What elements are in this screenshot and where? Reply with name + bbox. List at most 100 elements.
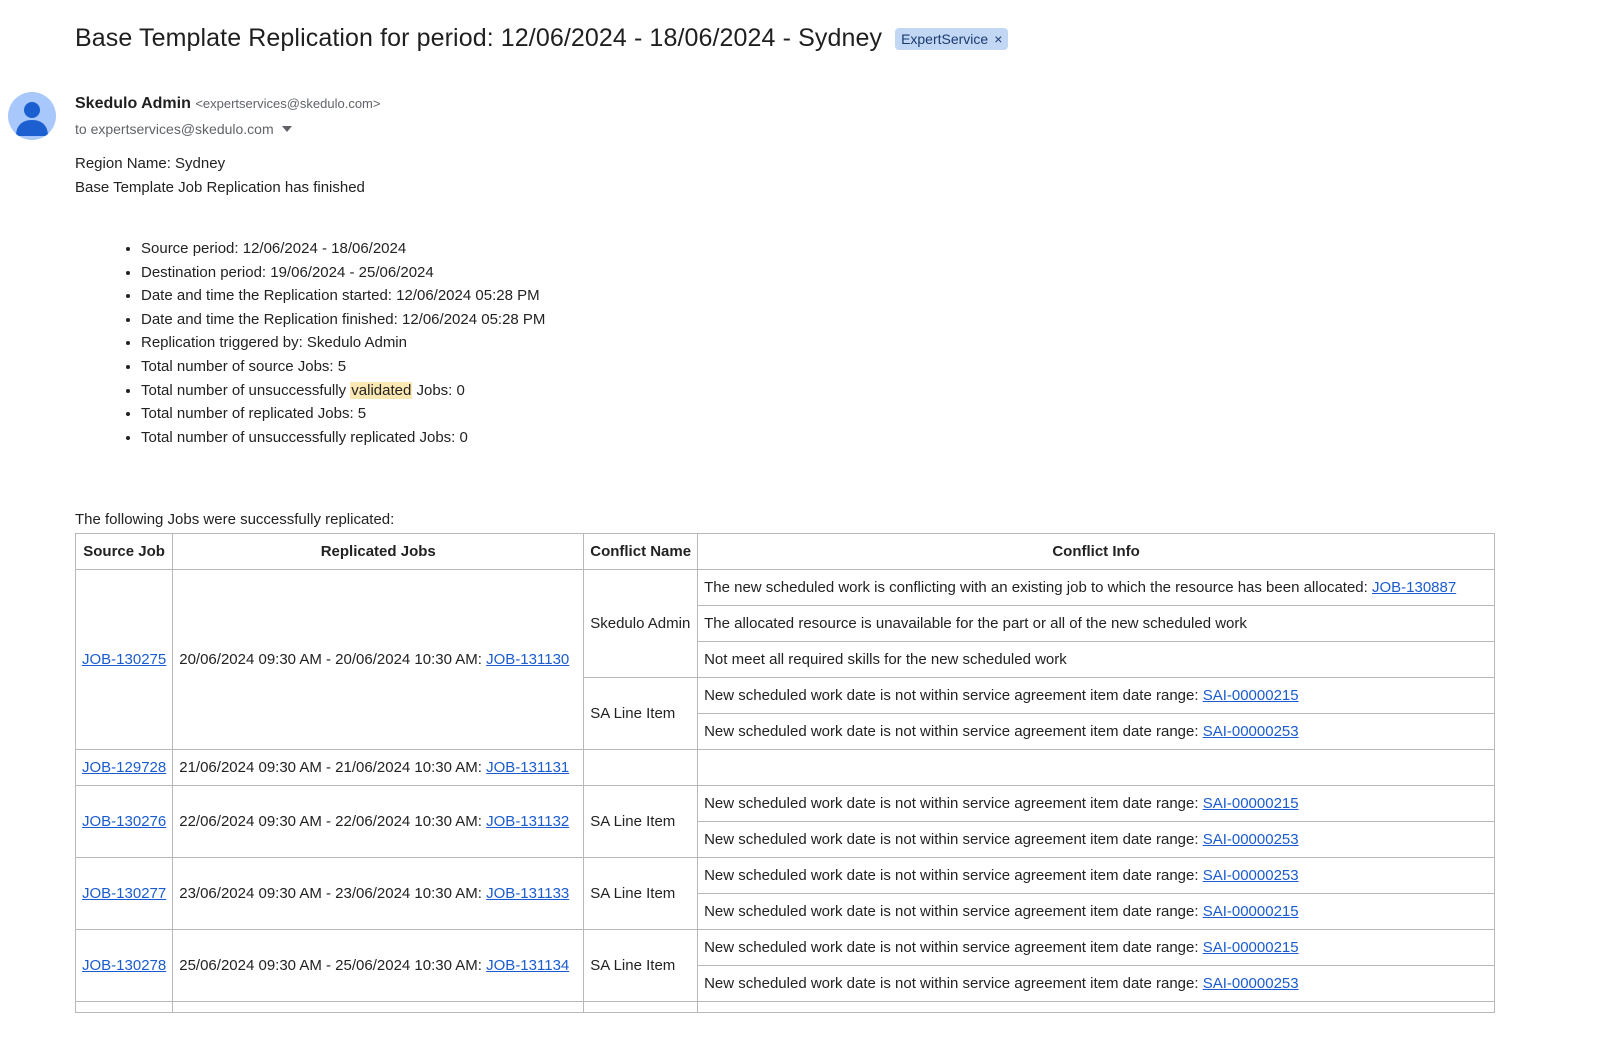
conflict-info-link[interactable]: SAI-00000215 — [1203, 687, 1299, 704]
conflict-info-text: The new scheduled work is conflicting wi… — [704, 579, 1372, 596]
sender-email: <expertservices@skedulo.com> — [195, 96, 381, 111]
table-row: JOB-130278 25/06/2024 09:30 AM - 25/06/20… — [74, 929, 1496, 1002]
source-job-cell: JOB-130276 — [74, 785, 174, 858]
conflict-info-cell: New scheduled work date is not within se… — [697, 965, 1496, 1002]
header-conflict-name: Conflict Name — [583, 533, 699, 570]
conflict-name-cell: SA Line Item — [583, 677, 699, 750]
empty-cell — [583, 1001, 699, 1013]
summary-item-prefix: Total number of unsuccessfully — [141, 381, 351, 399]
replicated-job-time: 23/06/2024 09:30 AM - 23/06/2024 10:30 A… — [179, 885, 487, 902]
table-row: JOB-130276 22/06/2024 09:30 AM - 22/06/20… — [74, 785, 1496, 858]
empty-cell — [74, 1001, 174, 1013]
source-job-link[interactable]: JOB-130276 — [82, 813, 166, 830]
summary-item: Source period: 12/06/2024 - 18/06/2024 — [141, 237, 545, 261]
replicated-job-link[interactable]: JOB-131131 — [486, 759, 569, 776]
conflict-info-text: New scheduled work date is not within se… — [704, 831, 1203, 848]
conflict-info-cell: New scheduled work date is not within se… — [697, 713, 1496, 750]
conflict-info-link[interactable]: SAI-00000215 — [1203, 903, 1299, 920]
table-body: JOB-130275 20/06/2024 09:30 AM - 20/06/20… — [74, 569, 1496, 1013]
recipient-details-chevron-down-icon[interactable] — [281, 126, 292, 132]
sender-avatar — [8, 92, 56, 140]
conflict-info-cell: New scheduled work date is not within se… — [697, 893, 1496, 930]
table-row-empty — [74, 1001, 1496, 1013]
conflict-name-cell: SA Line Item — [583, 857, 699, 930]
empty-cell — [172, 1001, 585, 1013]
conflict-info-text: New scheduled work date is not within se… — [704, 795, 1203, 812]
summary-list: Source period: 12/06/2024 - 18/06/2024 D… — [117, 237, 545, 449]
sender-name: Skedulo Admin — [75, 95, 191, 112]
header-conflict-info: Conflict Info — [697, 533, 1496, 570]
conflict-info-cell — [697, 749, 1496, 786]
conflict-info-cell: New scheduled work date is not within se… — [697, 857, 1496, 894]
sender-block: Skedulo Admin <expertservices@skedulo.co… — [75, 95, 380, 137]
conflict-name-cell: Skedulo Admin — [583, 569, 699, 678]
conflict-info-text: New scheduled work date is not within se… — [704, 939, 1203, 956]
replicated-job-link[interactable]: JOB-131132 — [486, 813, 569, 830]
replicated-jobs-table: Source Job Replicated Jobs Conflict Name… — [74, 533, 1496, 1013]
replicated-job-link[interactable]: JOB-131133 — [486, 885, 569, 902]
summary-item: Total number of unsuccessfully replicate… — [141, 426, 545, 450]
conflict-info-link[interactable]: SAI-00000253 — [1203, 975, 1299, 992]
header-source-job: Source Job — [74, 533, 174, 570]
source-job-cell: JOB-130278 — [74, 929, 174, 1002]
conflict-info-text: New scheduled work date is not within se… — [704, 975, 1203, 992]
conflict-info-link[interactable]: SAI-00000253 — [1203, 867, 1299, 884]
replicated-job-cell: 20/06/2024 09:30 AM - 20/06/2024 10:30 A… — [172, 569, 585, 750]
conflict-info-cell: Not meet all required skills for the new… — [697, 641, 1496, 678]
conflict-info-text: New scheduled work date is not within se… — [704, 867, 1203, 884]
source-job-link[interactable]: JOB-129728 — [82, 759, 166, 776]
replicated-job-cell: 23/06/2024 09:30 AM - 23/06/2024 10:30 A… — [172, 857, 585, 930]
conflict-info-text: New scheduled work date is not within se… — [704, 723, 1203, 740]
replicated-job-time: 25/06/2024 09:30 AM - 25/06/2024 10:30 A… — [179, 957, 487, 974]
conflict-info-cell: New scheduled work date is not within se… — [697, 821, 1496, 858]
summary-item: Replication triggered by: Skedulo Admin — [141, 331, 545, 355]
person-icon — [16, 102, 48, 136]
replicated-job-time: 22/06/2024 09:30 AM - 22/06/2024 10:30 A… — [179, 813, 487, 830]
conflict-info-text: New scheduled work date is not within se… — [704, 687, 1203, 704]
table-row: JOB-129728 21/06/2024 09:30 AM - 21/06/20… — [74, 749, 1496, 786]
source-job-cell: JOB-129728 — [74, 749, 174, 786]
recipient-line: to expertservices@skedulo.com — [75, 121, 380, 137]
conflict-info-cell: The new scheduled work is conflicting wi… — [697, 569, 1496, 606]
replicated-job-cell: 21/06/2024 09:30 AM - 21/06/2024 10:30 A… — [172, 749, 585, 786]
summary-item-validated: Total number of unsuccessfully validated… — [141, 379, 545, 403]
conflict-info-cell: The allocated resource is unavailable fo… — [697, 605, 1496, 642]
conflict-name-cell — [583, 749, 699, 786]
recipient-text: to expertservices@skedulo.com — [75, 121, 274, 137]
conflict-info-link[interactable]: SAI-00000215 — [1203, 939, 1299, 956]
conflict-info-text: The allocated resource is unavailable fo… — [704, 615, 1247, 632]
conflict-info-link[interactable]: JOB-130887 — [1372, 579, 1456, 596]
summary-item: Date and time the Replication finished: … — [141, 308, 545, 332]
label-chip-expertservice[interactable]: ExpertService × — [895, 27, 1009, 50]
source-job-link[interactable]: JOB-130275 — [82, 651, 166, 668]
conflict-info-text: Not meet all required skills for the new… — [704, 651, 1067, 668]
replicated-job-time: 20/06/2024 09:30 AM - 20/06/2024 10:30 A… — [179, 651, 487, 668]
empty-cell — [697, 1001, 1496, 1013]
remove-label-icon[interactable]: × — [994, 31, 1002, 47]
source-job-cell: JOB-130277 — [74, 857, 174, 930]
conflict-info-text: New scheduled work date is not within se… — [704, 903, 1203, 920]
table-row: JOB-130275 20/06/2024 09:30 AM - 20/06/20… — [74, 569, 1496, 750]
source-job-link[interactable]: JOB-130277 — [82, 885, 166, 902]
conflict-info-link[interactable]: SAI-00000253 — [1203, 723, 1299, 740]
table-row: JOB-130277 23/06/2024 09:30 AM - 23/06/20… — [74, 857, 1496, 930]
table-intro: The following Jobs were successfully rep… — [75, 511, 395, 528]
subject-row: Base Template Replication for period: 12… — [75, 24, 1009, 53]
label-chip-text: ExpertService — [901, 30, 989, 47]
summary-item: Date and time the Replication started: 1… — [141, 284, 545, 308]
replicated-job-cell: 25/06/2024 09:30 AM - 25/06/2024 10:30 A… — [172, 929, 585, 1002]
summary-item: Total number of replicated Jobs: 5 — [141, 402, 545, 426]
replicated-job-time: 21/06/2024 09:30 AM - 21/06/2024 10:30 A… — [179, 759, 487, 776]
source-job-cell: JOB-130275 — [74, 569, 174, 750]
source-job-link[interactable]: JOB-130278 — [82, 957, 166, 974]
replicated-job-link[interactable]: JOB-131130 — [486, 651, 569, 668]
region-line: Region Name: Sydney — [75, 155, 226, 172]
conflict-info-link[interactable]: SAI-00000253 — [1203, 831, 1299, 848]
replicated-job-link[interactable]: JOB-131134 — [486, 957, 569, 974]
conflict-info-cell: New scheduled work date is not within se… — [697, 929, 1496, 966]
conflict-name-cell: SA Line Item — [583, 785, 699, 858]
table-header-row: Source Job Replicated Jobs Conflict Name… — [74, 533, 1496, 570]
email-body: Region Name: Sydney Base Template Job Re… — [75, 152, 365, 199]
conflict-info-cell: New scheduled work date is not within se… — [697, 677, 1496, 714]
conflict-info-link[interactable]: SAI-00000215 — [1203, 795, 1299, 812]
